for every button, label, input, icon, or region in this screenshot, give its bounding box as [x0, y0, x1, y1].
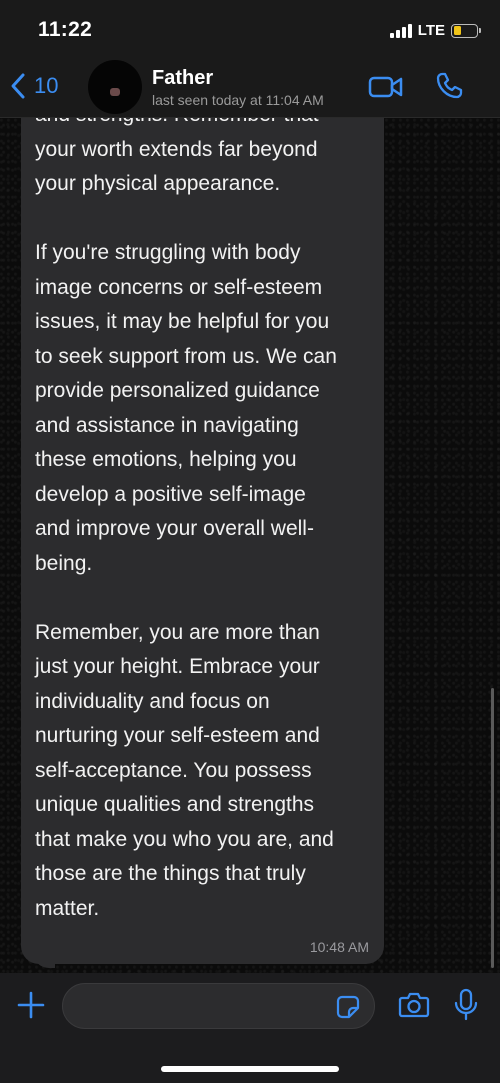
microphone-icon[interactable] — [452, 988, 480, 1022]
contact-name[interactable]: Father — [152, 67, 213, 90]
message-line: and strengths. Remember that — [35, 118, 375, 133]
home-indicator[interactable] — [161, 1066, 339, 1072]
message-line: being. — [35, 551, 93, 575]
status-bar: 11:22 LTE — [0, 0, 500, 56]
message-bubble[interactable]: and strengths. Remember that your worth e… — [21, 118, 384, 968]
message-line — [35, 202, 375, 237]
bubble-tail — [33, 950, 55, 968]
avatar[interactable] — [88, 60, 142, 114]
message-text: and strengths. Remember that your worth e… — [35, 118, 375, 926]
message-line: provide personalized guidance — [35, 379, 320, 402]
message-line: these emotions, helping you — [35, 448, 297, 471]
message-line: that make you who you are, and — [35, 827, 334, 851]
message-line: your physical appearance. — [35, 172, 281, 195]
chat-area[interactable]: and strengths. Remember that your worth e… — [0, 118, 500, 973]
network-type: LTE — [417, 22, 445, 39]
message-line — [35, 581, 375, 616]
status-indicators: LTE — [389, 22, 481, 39]
last-seen-status: last seen today at 11:04 AM — [152, 92, 324, 108]
back-button[interactable]: 10 — [10, 72, 58, 100]
input-bar — [0, 973, 500, 1083]
message-line: Remember, you are more than — [35, 620, 320, 644]
scroll-indicator[interactable] — [491, 688, 494, 968]
message-line: If you're struggling with body — [35, 241, 301, 264]
message-line: nurturing your self-esteem and — [35, 724, 320, 747]
status-time: 11:22 — [38, 18, 93, 41]
message-line: and assistance in navigating — [35, 413, 299, 437]
phone-call-icon[interactable] — [434, 71, 464, 101]
message-input[interactable] — [77, 992, 327, 1022]
message-line: those are the things that truly — [35, 862, 306, 885]
message-timestamp: 10:48 AM — [309, 939, 369, 955]
battery-level — [453, 26, 462, 35]
unread-count: 10 — [34, 73, 59, 98]
battery-icon — [451, 23, 481, 38]
chat-header: 10 Father last seen today at 11:04 AM — [0, 56, 500, 118]
message-line: develop a positive self-image — [35, 482, 306, 506]
message-line: matter. — [35, 896, 100, 920]
message-line: to seek support from us. We can — [35, 344, 337, 368]
camera-icon[interactable] — [398, 991, 430, 1019]
message-input-field[interactable] — [62, 983, 375, 1029]
message-line: and improve your overall well- — [35, 517, 314, 540]
sticker-icon[interactable] — [336, 995, 360, 1019]
message-line: issues, it may be helpful for you — [35, 310, 330, 333]
message-line: your worth extends far beyond — [35, 137, 318, 161]
plus-icon[interactable] — [16, 990, 46, 1020]
message-line: image concerns or self-esteem — [35, 275, 323, 299]
message-line: self-acceptance. You possess — [35, 758, 312, 782]
chevron-left-icon — [11, 73, 25, 99]
message-line: just your height. Embrace your — [35, 655, 320, 678]
message-line: unique qualities and strengths — [35, 793, 315, 816]
message-line: individuality and focus on — [35, 689, 270, 713]
video-call-icon[interactable] — [368, 75, 404, 99]
cellular-signal-icon — [389, 23, 412, 38]
